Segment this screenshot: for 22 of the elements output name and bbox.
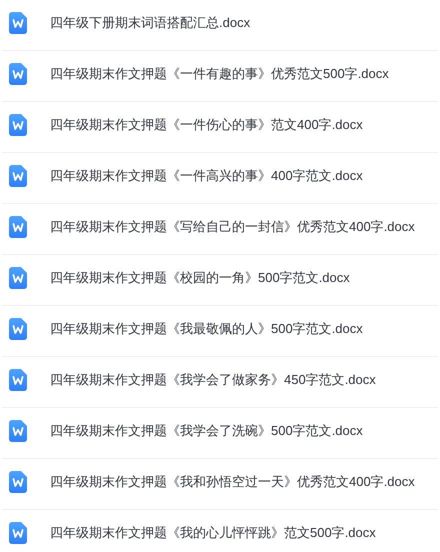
word-document-icon [9,318,27,340]
word-document-icon [9,369,27,391]
file-name[interactable]: 四年级期末作文押题《一件有趣的事》优秀范文500字.docx [50,64,389,84]
file-name[interactable]: 四年级期末作文押题《一件高兴的事》400字范文.docx [50,166,363,186]
word-document-icon [9,420,27,442]
file-name[interactable]: 四年级期末作文押题《我和孙悟空过一天》优秀范文400字.docx [50,472,415,492]
word-document-icon [9,267,27,289]
word-document-icon [9,114,27,136]
word-document-icon [9,216,27,238]
word-document-icon [9,522,27,544]
word-document-icon [9,12,27,34]
file-name[interactable]: 四年级下册期末词语搭配汇总.docx [50,13,250,33]
word-document-icon [9,63,27,85]
file-name[interactable]: 四年级期末作文押题《一件伤心的事》范文400字.docx [50,115,363,135]
file-name[interactable]: 四年级期末作文押题《校园的一角》500字范文.docx [50,268,350,288]
word-document-icon [9,471,27,493]
file-name[interactable]: 四年级期末作文押题《我学会了做家务》450字范文.docx [50,370,376,390]
file-name[interactable]: 四年级期末作文押题《我学会了洗碗》500字范文.docx [50,421,363,441]
file-name[interactable]: 四年级期末作文押题《我最敬佩的人》500字范文.docx [50,319,363,339]
file-name[interactable]: 四年级期末作文押题《我的心儿怦怦跳》范文500字.docx [50,523,376,543]
file-name[interactable]: 四年级期末作文押题《写给自己的一封信》优秀范文400字.docx [50,217,415,237]
word-document-icon [9,165,27,187]
